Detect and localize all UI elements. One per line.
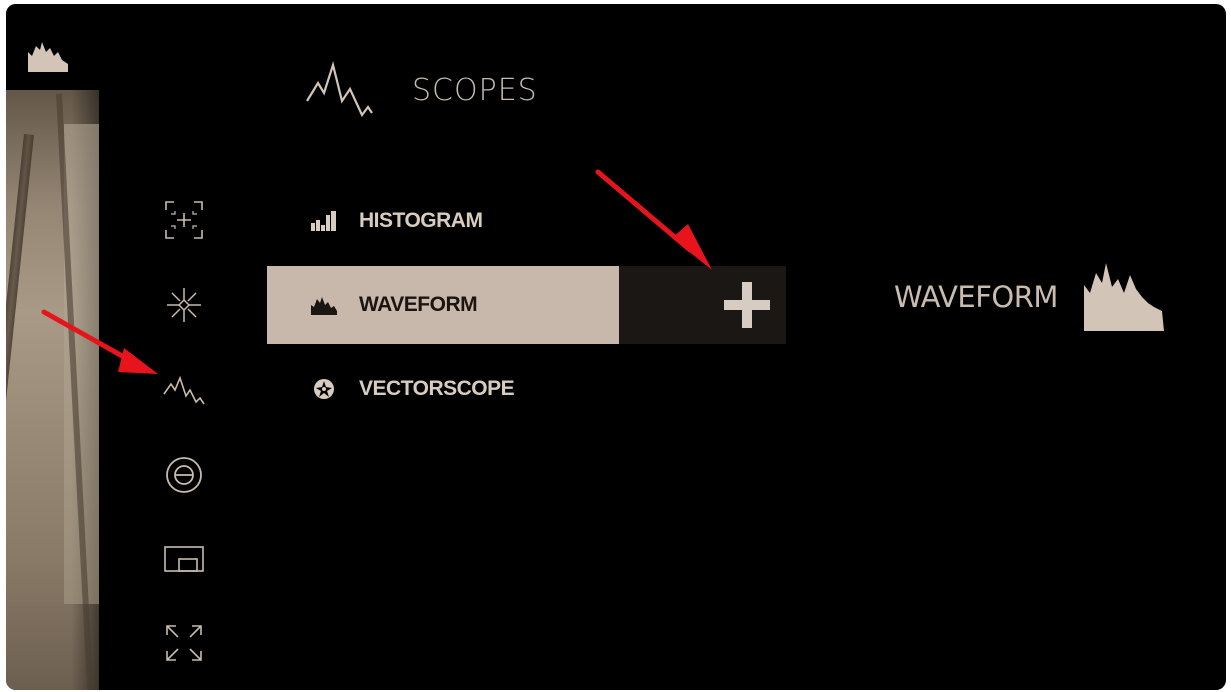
page-title: SCOPES: [306, 60, 538, 120]
app-screen: SCOPES HISTOGRAM WAVEFORM VECTORSCOPE WA…: [6, 4, 1226, 690]
preview-label: WAVEFORM: [894, 280, 1058, 314]
menu-item-histogram[interactable]: HISTOGRAM: [267, 182, 619, 260]
active-tool-indicator[interactable]: [6, 4, 99, 90]
menu-item-label: HISTOGRAM: [359, 209, 483, 232]
waveform-icon: [28, 42, 68, 72]
waveform-line-icon: [306, 61, 373, 118]
plus-icon: [724, 282, 770, 328]
waveform-icon: [311, 297, 337, 315]
circle-minus-icon: [166, 457, 202, 493]
monitor-icon: [164, 546, 204, 572]
vectorscope-icon: [314, 379, 334, 399]
menu-item-label: WAVEFORM: [359, 293, 478, 316]
menu-item-vectorscope[interactable]: VECTORSCOPE: [267, 350, 619, 428]
aperture-icon: [167, 288, 201, 322]
waveform-line-icon: [163, 375, 205, 405]
sidebar-item-fullscreen[interactable]: [162, 621, 206, 665]
page-title-text: SCOPES: [412, 72, 538, 108]
focus-crosshair-icon: [165, 201, 203, 239]
camera-feed: [6, 4, 99, 690]
sidebar-item-scopes[interactable]: [162, 368, 206, 412]
menu-item-label: VECTORSCOPE: [359, 377, 515, 400]
sidebar-item-false-color[interactable]: [162, 453, 206, 497]
add-waveform-button[interactable]: [619, 266, 786, 344]
sidebar-item-focus-assist[interactable]: [162, 198, 206, 242]
sidebar-item-exposure[interactable]: [162, 283, 206, 327]
menu-item-waveform[interactable]: WAVEFORM: [267, 266, 619, 344]
expand-icon: [166, 625, 202, 661]
sidebar-item-display[interactable]: [162, 538, 206, 582]
waveform-icon: [1083, 263, 1164, 331]
histogram-icon: [311, 211, 336, 231]
scope-preview: WAVEFORM: [894, 262, 1164, 332]
